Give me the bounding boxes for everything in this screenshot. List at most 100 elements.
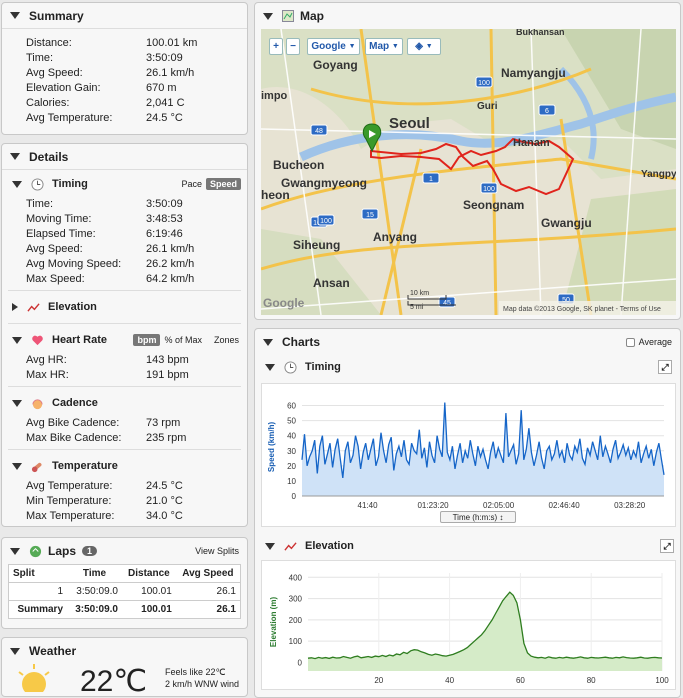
laps-title: Laps: [48, 544, 77, 558]
temperature-title: Temperature: [52, 460, 118, 472]
laps-column-header[interactable]: Split: [9, 565, 68, 583]
stat-row: Avg Temperature: 24.5 °C: [2, 478, 247, 493]
heart-rate-section-header[interactable]: Heart Rate bpm % of Max Zones: [2, 328, 247, 352]
map-provider-select[interactable]: Google ▼: [307, 38, 360, 55]
timing-chart-header[interactable]: Timing ⤢: [255, 355, 680, 379]
map-canvas[interactable]: Bukhansan Goyang Namyangju Guri Seoul Hanam Bu…: [261, 29, 676, 315]
map-title: Map: [300, 9, 324, 23]
laps-row[interactable]: 1 3:50:09.0 100.01 26.1: [9, 583, 241, 601]
collapse-triangle-icon[interactable]: [263, 12, 273, 20]
stat-row: Avg Speed: 26.1 km/h: [2, 241, 247, 256]
collapse-triangle-icon[interactable]: [12, 462, 22, 470]
laps-cell: 100.01: [141, 604, 172, 615]
laps-column-header[interactable]: Time: [67, 565, 122, 583]
stat-value: 26.1 km/h: [146, 242, 195, 255]
elevation-chart-header[interactable]: Elevation ⤢: [255, 534, 680, 558]
collapse-triangle-icon[interactable]: [10, 12, 20, 19]
summary-header[interactable]: Summary: [2, 3, 247, 29]
laps-cell: 3:50:09.0: [75, 604, 118, 615]
speed-toggle[interactable]: Speed: [205, 178, 241, 190]
map-place-label: Bucheon: [273, 158, 324, 172]
map-type-select[interactable]: Map ▼: [365, 38, 403, 55]
y-tick-label: 400: [289, 573, 303, 582]
details-header[interactable]: Details: [2, 144, 247, 170]
y-tick-label: 10: [287, 477, 296, 486]
pace-toggle[interactable]: Pace: [181, 179, 202, 189]
cadence-section-header[interactable]: Cadence: [2, 391, 247, 415]
collapse-triangle-icon[interactable]: [263, 338, 273, 346]
y-tick-label: 50: [287, 417, 296, 426]
collapse-triangle-icon[interactable]: [10, 647, 20, 655]
divider: [8, 449, 241, 450]
expand-icon[interactable]: ⤢: [660, 539, 674, 553]
laps-cell: 3:50:09.0: [76, 586, 118, 597]
zoom-in-button[interactable]: +: [269, 38, 283, 55]
collapse-triangle-icon[interactable]: [10, 153, 20, 160]
stat-row: Moving Time: 3:48:53: [2, 211, 247, 226]
collapse-triangle-icon[interactable]: [12, 399, 22, 407]
road-shield-icon: 100: [317, 214, 335, 226]
stat-value: 191 bpm: [146, 368, 189, 381]
stat-value: 3:48:53: [146, 212, 183, 225]
layers-button[interactable]: ◈ ▼: [407, 38, 441, 55]
bpm-toggle[interactable]: bpm: [133, 334, 161, 346]
zones-toggle[interactable]: Zones: [214, 335, 239, 345]
stat-value: 21.0 °C: [146, 494, 183, 507]
collapse-triangle-icon[interactable]: [12, 180, 22, 188]
map-place-label: Guri: [477, 101, 498, 112]
laps-column-header[interactable]: Distance: [122, 565, 176, 583]
timing-section-header[interactable]: Timing Pace Speed: [2, 172, 247, 196]
expand-icon[interactable]: ⤢: [658, 360, 672, 374]
stat-row: Min Temperature: 21.0 °C: [2, 493, 247, 508]
laps-count-badge: 1: [82, 546, 98, 556]
laps-header[interactable]: Laps 1 View Splits: [2, 538, 247, 564]
map-place-label: Ansan: [313, 276, 350, 290]
collapse-triangle-icon[interactable]: [265, 542, 275, 550]
speed-chart[interactable]: 0 10 20 30 40 50 60 41:40 01:23:20 02:05:00 02:46:…: [262, 384, 675, 526]
average-checkbox[interactable]: [625, 337, 635, 347]
stat-row: Max Bike Cadence: 235 rpm: [2, 430, 247, 445]
stat-value: 26.1 km/h: [146, 66, 195, 79]
route-map[interactable]: Bukhansan Goyang Namyangju Guri Seoul Hanam Bu…: [261, 29, 676, 315]
stat-value: 73 rpm: [146, 416, 181, 429]
cadence-title: Cadence: [52, 397, 98, 409]
view-splits-link[interactable]: View Splits: [195, 546, 239, 556]
laps-row[interactable]: Summary 3:50:09.0 100.01 26.1: [8, 600, 241, 619]
stat-label: Avg Bike Cadence:: [26, 416, 120, 429]
laps-column-header[interactable]: Avg Speed: [176, 565, 241, 583]
svg-text:48: 48: [315, 128, 323, 135]
zoom-out-button[interactable]: −: [286, 38, 300, 55]
chevron-down-icon: ▼: [391, 43, 399, 50]
timing-chart-box: 0 10 20 30 40 50 60 41:40 01:23:20 02:05:00 02:46:…: [261, 383, 676, 527]
stat-label: Max Speed:: [26, 272, 85, 285]
elevation-chart[interactable]: 0 100 200 300 400 20 40 60 80 100 Elevation (m): [262, 561, 675, 689]
stat-row: Max HR: 191 bpm: [2, 367, 247, 382]
laps-panel: Laps 1 View Splits Split Time Distance Avg …: [1, 537, 248, 629]
summary-panel: Summary Distance: 100.01 km Time: 3:50:09 Av…: [1, 2, 248, 135]
map-header[interactable]: Map: [255, 3, 680, 29]
x-axis-select[interactable]: Time (h:m:s) ↕: [440, 511, 516, 523]
expand-triangle-icon[interactable]: [12, 303, 18, 311]
charts-header[interactable]: Charts Average: [255, 329, 680, 355]
map-panel: Map Bukhansan Goyang Namyangju Guri Seou…: [254, 2, 681, 320]
elevation-section-header[interactable]: Elevation: [2, 295, 247, 319]
percent-max-toggle[interactable]: % of Max: [164, 335, 202, 345]
collapse-triangle-icon[interactable]: [12, 336, 22, 344]
sunny-icon: [18, 664, 50, 692]
collapse-triangle-icon[interactable]: [10, 547, 20, 555]
temperature-section-header[interactable]: Temperature: [2, 454, 247, 478]
map-place-label: impo: [261, 90, 288, 102]
svg-text:10 km: 10 km: [410, 290, 429, 297]
map-place-label: Seongnam: [463, 198, 524, 212]
weather-header[interactable]: Weather: [2, 638, 247, 664]
collapse-triangle-icon[interactable]: [265, 363, 275, 371]
map-place-label: heon: [261, 188, 290, 202]
svg-text:15: 15: [366, 212, 374, 219]
layers-icon: ◈: [415, 41, 423, 52]
laps-cell: Summary: [17, 604, 64, 615]
x-tick-label: 40: [445, 676, 454, 685]
stat-value: 100.01 km: [146, 36, 198, 49]
laps-cell: 1: [57, 586, 64, 597]
x-tick-label: 01:23:20: [417, 501, 449, 510]
timing-chart-title: Timing: [305, 361, 341, 373]
